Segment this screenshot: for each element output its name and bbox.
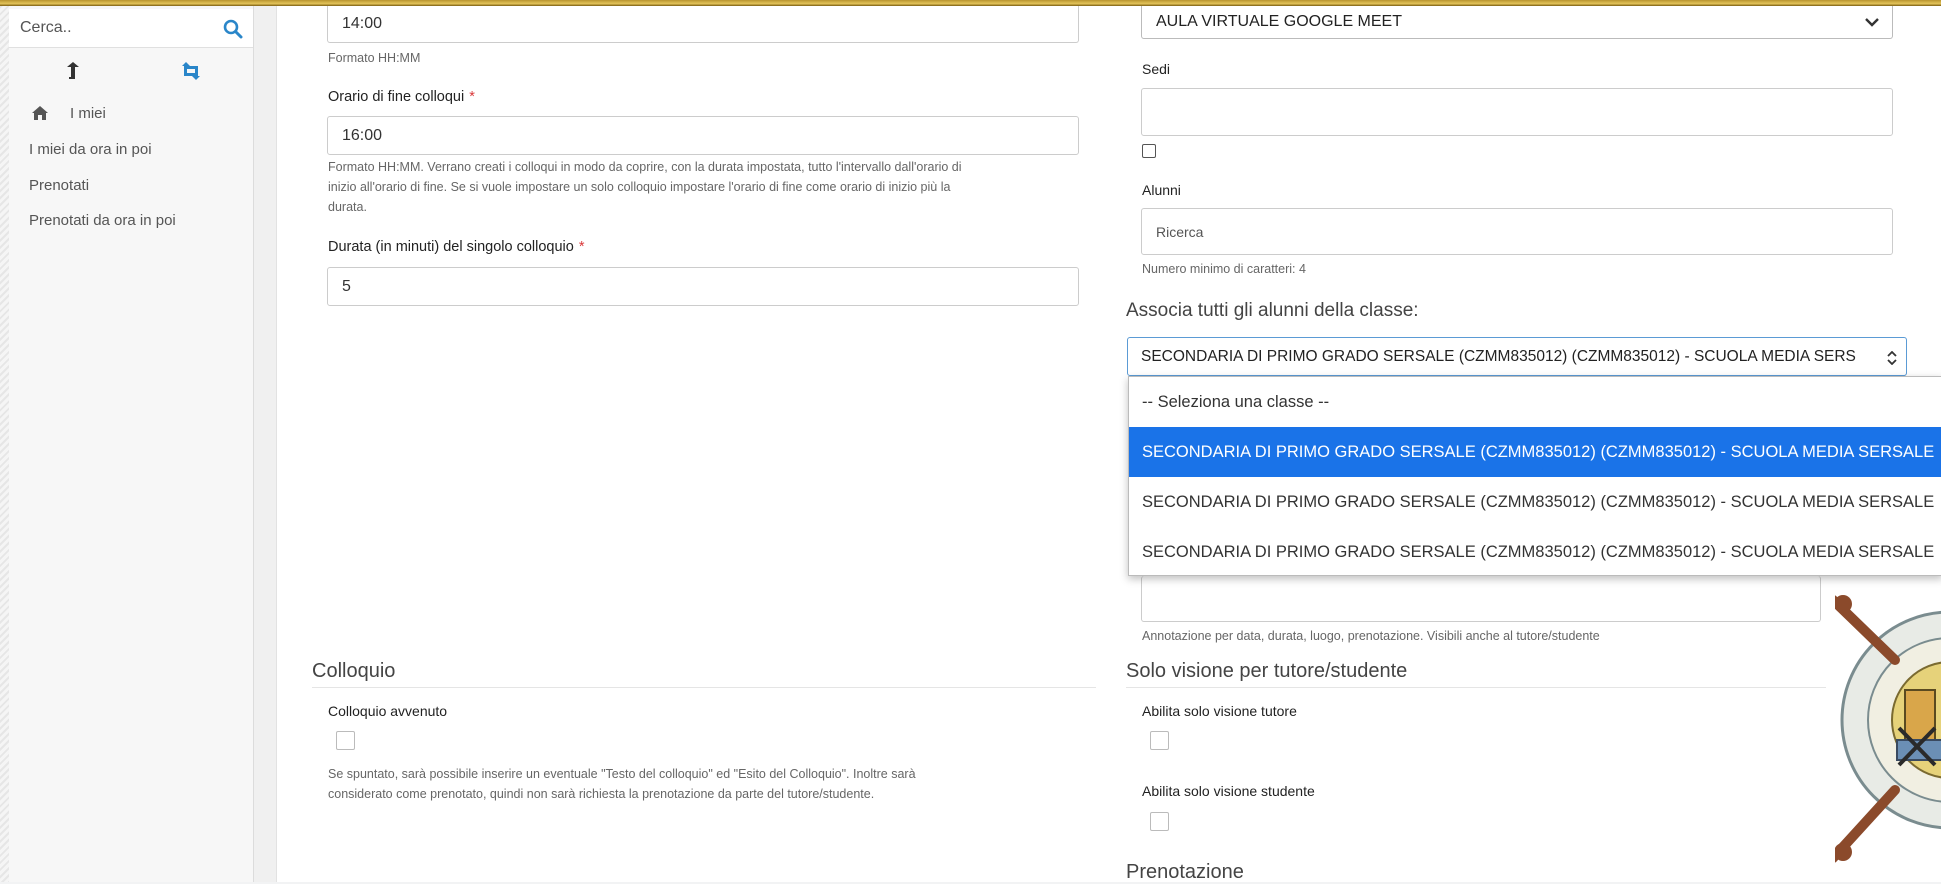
sidebar-item-i-miei-da-ora[interactable]: I miei da ora in poi bbox=[29, 141, 152, 158]
class-option[interactable]: SECONDARIA DI PRIMO GRADO SERSALE (CZMM8… bbox=[1129, 477, 1941, 527]
duration-label: Durata (in minuti) del singolo colloquio… bbox=[328, 239, 585, 255]
sidebar-item-i-miei[interactable]: I miei bbox=[70, 105, 106, 122]
chevron-down-icon bbox=[1865, 18, 1879, 27]
end-time-hint-line-3: durata. bbox=[328, 200, 367, 214]
class-dropdown-list: -- Seleziona una classe -- SECONDARIA DI… bbox=[1128, 376, 1941, 576]
end-time-hint-line-1: Formato HH:MM. Verrano creati i colloqui… bbox=[328, 160, 962, 174]
colloquio-section-title: Colloquio bbox=[312, 660, 1096, 688]
sidebar-item-prenotati-da-ora[interactable]: Prenotati da ora in poi bbox=[29, 212, 176, 229]
annotation-textarea[interactable] bbox=[1141, 576, 1821, 622]
search-icon[interactable] bbox=[223, 19, 243, 39]
required-mark: * bbox=[578, 239, 585, 255]
required-mark: * bbox=[469, 89, 475, 105]
school-seal-logo bbox=[1835, 595, 1941, 863]
alunni-label: Alunni bbox=[1142, 182, 1181, 198]
sidebar: Cerca.. I miei I miei da ora in poi Pren… bbox=[9, 6, 254, 882]
class-option-selected[interactable]: SECONDARIA DI PRIMO GRADO SERSALE (CZMM8… bbox=[1129, 427, 1941, 477]
class-select-value: SECONDARIA DI PRIMO GRADO SERSALE (CZMM8… bbox=[1141, 347, 1856, 365]
duration-input[interactable]: 5 bbox=[327, 267, 1079, 306]
tutor-only-checkbox[interactable] bbox=[1150, 731, 1169, 750]
sidebar-gutter bbox=[254, 6, 277, 882]
tutor-only-label: Abilita solo visione tutore bbox=[1142, 703, 1297, 719]
left-stripe bbox=[0, 6, 9, 882]
sidebar-search[interactable]: Cerca.. bbox=[9, 9, 253, 48]
sedi-input[interactable] bbox=[1141, 88, 1893, 136]
location-select-value: AULA VIRTUALE GOOGLE MEET bbox=[1156, 13, 1402, 30]
class-label: Associa tutti gli alunni della classe: bbox=[1126, 300, 1419, 321]
colloquio-done-hint-line-2: considerato come prenotato, quindi non s… bbox=[328, 787, 875, 801]
sedi-checkbox[interactable] bbox=[1142, 144, 1156, 158]
sidebar-item-prenotati[interactable]: Prenotati bbox=[29, 177, 89, 194]
sort-arrows-icon bbox=[1886, 351, 1898, 365]
class-option[interactable]: -- Seleziona una classe -- bbox=[1129, 377, 1941, 427]
colloquio-done-label: Colloquio avvenuto bbox=[328, 703, 448, 719]
student-only-checkbox[interactable] bbox=[1150, 812, 1169, 831]
colloquio-done-checkbox[interactable] bbox=[336, 731, 355, 750]
level-up-icon[interactable] bbox=[60, 60, 86, 82]
sedi-label: Sedi bbox=[1142, 61, 1171, 77]
start-time-input[interactable]: 14:00 bbox=[327, 6, 1079, 43]
location-select[interactable]: AULA VIRTUALE GOOGLE MEET bbox=[1141, 6, 1893, 39]
student-only-label: Abilita solo visione studente bbox=[1142, 783, 1315, 799]
retweet-icon[interactable] bbox=[178, 60, 204, 82]
alunni-hint: Numero minimo di caratteri: 4 bbox=[1142, 262, 1306, 276]
end-time-input[interactable]: 16:00 bbox=[327, 116, 1079, 155]
colloquio-done-hint-line-1: Se spuntato, sarà possibile inserire un … bbox=[328, 767, 916, 781]
visibility-section-title: Solo visione per tutore/studente bbox=[1126, 660, 1826, 688]
class-option[interactable]: SECONDARIA DI PRIMO GRADO SERSALE (CZMM8… bbox=[1129, 527, 1941, 575]
class-select[interactable]: SECONDARIA DI PRIMO GRADO SERSALE (CZMM8… bbox=[1127, 337, 1907, 376]
end-time-label: Orario di fine colloqui * bbox=[328, 89, 475, 105]
sidebar-actions bbox=[9, 54, 253, 90]
end-time-hint-line-2: inizio all'orario di fine. Se si vuole i… bbox=[328, 180, 951, 194]
home-icon bbox=[32, 106, 48, 120]
alunni-search-input[interactable]: Ricerca bbox=[1141, 208, 1893, 255]
search-input[interactable]: Cerca.. bbox=[20, 19, 72, 37]
annotation-hint: Annotazione per data, durata, luogo, pre… bbox=[1142, 629, 1600, 643]
start-time-hint: Formato HH:MM bbox=[328, 51, 421, 65]
booking-section-title: Prenotazione bbox=[1126, 861, 1244, 883]
